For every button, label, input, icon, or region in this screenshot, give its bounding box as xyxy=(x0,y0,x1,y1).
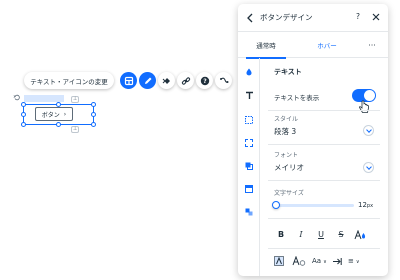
element-name-tag xyxy=(24,95,64,102)
icon-settings-icon[interactable] xyxy=(245,208,253,216)
divider xyxy=(268,218,380,219)
button-design-panel: ボタンデザイン ? 通常時 ホバー ··· テキスト テキストを表示 スタイル … xyxy=(238,4,388,276)
bold-button[interactable]: B xyxy=(276,230,286,239)
border-icon[interactable] xyxy=(245,116,253,124)
tab-regular[interactable]: 通常時 xyxy=(238,32,294,59)
chevron-right-icon: › xyxy=(63,110,67,118)
panel-header: ボタンデザイン ? xyxy=(238,4,388,32)
resize-handle-tr[interactable] xyxy=(91,102,96,107)
font-size-slider-track[interactable] xyxy=(274,204,354,207)
resize-handle-r[interactable] xyxy=(91,112,96,117)
font-size-label: 文字サイズ xyxy=(274,190,304,197)
resize-handle-br[interactable] xyxy=(91,122,96,127)
design-siderail xyxy=(238,58,260,276)
editor-canvas: テキスト・アイコンの変更 ? ボタン › ⊥ ⊥ ボタンデザイン ? 通常時 ホ… xyxy=(0,0,400,280)
connect-icon xyxy=(219,77,228,83)
resize-handle-bl[interactable] xyxy=(21,122,26,127)
layout-icon xyxy=(124,76,133,85)
animation-icon xyxy=(162,77,170,84)
style-label: スタイル xyxy=(274,116,299,123)
resize-handle-l[interactable] xyxy=(21,112,26,117)
section-title: テキスト xyxy=(274,68,302,76)
layout-icon[interactable] xyxy=(245,185,253,193)
text-color-icon[interactable] xyxy=(354,230,366,240)
text-settings: テキスト テキストを表示 スタイル 段落 3 フォント メイリオ 文字サイズ 1… xyxy=(260,58,388,276)
font-dropdown-value[interactable]: メイリオ xyxy=(274,162,304,173)
underline-button[interactable]: U xyxy=(316,230,326,239)
italic-button[interactable]: I xyxy=(296,230,306,239)
text-icon[interactable] xyxy=(245,91,254,100)
help-icon: ? xyxy=(200,76,209,85)
text-case-button[interactable]: Aa ∨ xyxy=(312,257,327,265)
resize-handle-t[interactable] xyxy=(56,102,61,107)
corners-icon[interactable] xyxy=(245,139,253,147)
close-icon[interactable] xyxy=(372,13,380,21)
state-tabs: 通常時 ホバー ··· xyxy=(238,32,388,59)
text-align-label: ≡ xyxy=(348,257,354,265)
text-direction-icon[interactable] xyxy=(332,257,342,266)
canvas-button[interactable]: ボタン › xyxy=(35,107,73,121)
chevron-down-icon: ∨ xyxy=(323,259,327,265)
canvas-button-label: ボタン xyxy=(41,111,60,119)
font-label: フォント xyxy=(274,152,299,159)
layout-button[interactable] xyxy=(120,72,137,89)
font-size-unit: px xyxy=(366,203,374,209)
divider xyxy=(268,248,380,249)
divider xyxy=(268,144,380,145)
svg-text:?: ? xyxy=(203,78,207,85)
design-button[interactable] xyxy=(139,72,156,89)
tab-more[interactable]: ··· xyxy=(360,32,384,58)
text-align-button[interactable]: ≡ ∨ xyxy=(348,257,360,265)
animation-button[interactable] xyxy=(158,72,175,89)
strikethrough-button[interactable]: S xyxy=(336,230,346,239)
text-shadow-icon[interactable] xyxy=(292,256,306,266)
link-button[interactable] xyxy=(177,72,194,89)
font-size-value[interactable]: 12px xyxy=(358,201,373,209)
style-dropdown-chevron-icon[interactable] xyxy=(363,125,374,136)
style-dropdown-value[interactable]: 段落 3 xyxy=(274,126,296,137)
move-down-handle-icon[interactable]: ⊥ xyxy=(71,126,79,133)
tab-hover[interactable]: ホバー xyxy=(302,32,352,58)
move-up-handle-icon[interactable]: ⊥ xyxy=(71,96,79,103)
resize-handle-b[interactable] xyxy=(56,122,61,127)
resize-handle-tl[interactable] xyxy=(21,102,26,107)
fill-color-icon[interactable] xyxy=(245,68,253,76)
hand-cursor-icon xyxy=(359,100,369,113)
undo-icon[interactable] xyxy=(13,94,20,101)
divider xyxy=(268,180,380,181)
shadow-icon[interactable] xyxy=(245,162,253,170)
show-text-label: テキストを表示 xyxy=(274,94,320,102)
text-highlight-icon[interactable] xyxy=(274,256,286,266)
font-dropdown-chevron-icon[interactable] xyxy=(363,162,374,173)
text-case-label: Aa xyxy=(312,257,322,265)
font-size-number: 12 xyxy=(358,201,367,209)
help-icon[interactable]: ? xyxy=(356,12,360,21)
help-button[interactable]: ? xyxy=(196,72,213,89)
back-icon[interactable] xyxy=(246,13,254,23)
panel-title: ボタンデザイン xyxy=(260,13,313,22)
link-icon xyxy=(181,76,190,85)
connect-button[interactable] xyxy=(215,72,232,89)
divider xyxy=(268,110,380,111)
font-size-slider-thumb[interactable] xyxy=(272,201,280,209)
pen-icon xyxy=(144,77,151,84)
change-text-icon-button[interactable]: テキスト・アイコンの変更 xyxy=(24,72,114,89)
chevron-down-icon: ∨ xyxy=(355,259,360,265)
